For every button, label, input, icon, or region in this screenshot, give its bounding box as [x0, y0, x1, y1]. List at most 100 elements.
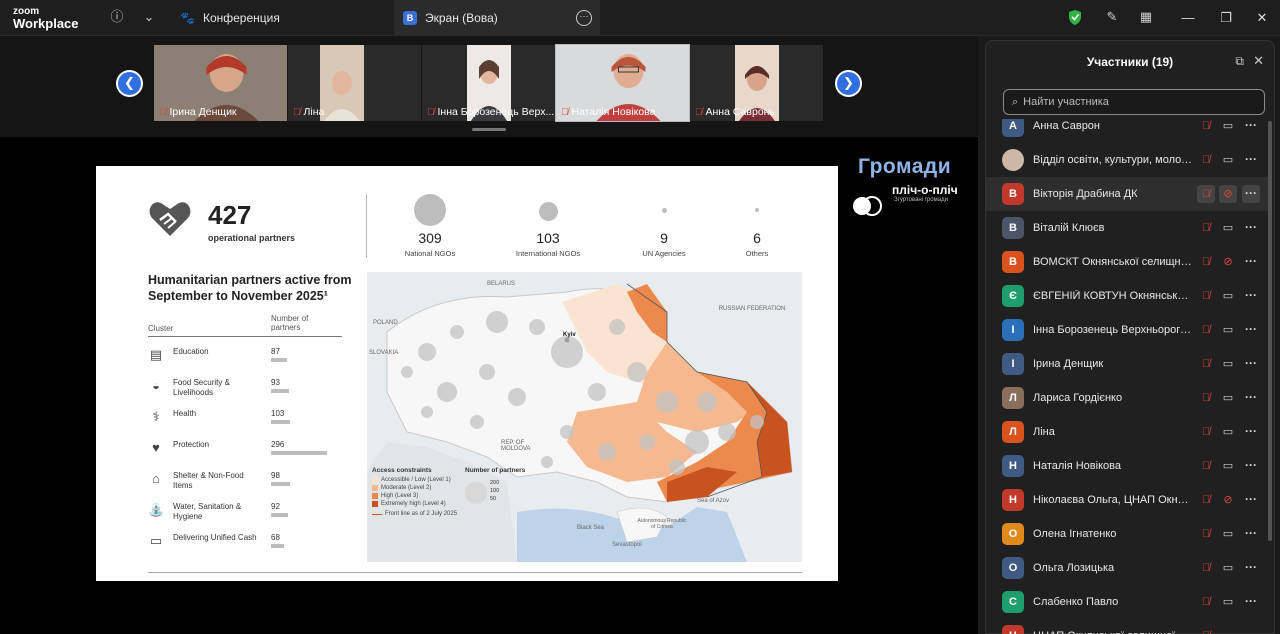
mic-muted-icon[interactable]: 🎙̸: [1197, 525, 1215, 543]
more-options-icon[interactable]: ···: [1242, 457, 1260, 475]
video-thumbnail[interactable]: 🎙̸ Інна Борозенець Верх...: [422, 45, 555, 121]
pop-out-icon[interactable]: ⧉: [1235, 54, 1244, 69]
cluster-bar: [271, 451, 327, 455]
more-options-icon[interactable]: ···: [1242, 423, 1260, 441]
more-options-icon[interactable]: ···: [1242, 287, 1260, 305]
camera-icon[interactable]: ▭: [1219, 355, 1237, 373]
magic-wand-icon[interactable]: ✎: [1103, 8, 1121, 26]
info-icon[interactable]: ⓘ: [108, 8, 126, 26]
mic-muted-icon[interactable]: 🎙̸: [1197, 321, 1215, 339]
camera-icon[interactable]: ▭: [1219, 287, 1237, 305]
participant-row[interactable]: І Ірина Денщик 🎙̸ ▭ ···: [986, 347, 1268, 381]
camera-icon[interactable]: ▭: [1219, 525, 1237, 543]
more-options-icon[interactable]: ···: [1242, 253, 1260, 271]
participant-row[interactable]: Л Ліна 🎙̸ ▭ ···: [986, 415, 1268, 449]
avatar: І: [1002, 353, 1024, 375]
mic-muted-icon[interactable]: 🎙̸: [1197, 355, 1215, 373]
search-input[interactable]: [1023, 96, 1244, 108]
participant-name: Ольга Лозицька: [1033, 562, 1115, 574]
restore-button[interactable]: ❐: [1216, 8, 1236, 28]
prev-page-button[interactable]: ❮: [116, 70, 143, 97]
camera-icon[interactable]: ▭: [1219, 423, 1237, 441]
more-options-icon[interactable]: ···: [1242, 491, 1260, 509]
camera-icon[interactable]: ▭: [1219, 321, 1237, 339]
video-thumbnail[interactable]: 🎙̸ Наталія Новікова: [555, 44, 690, 122]
slide-divider: [148, 572, 802, 573]
zoom-logo: zoom Workplace: [13, 6, 79, 31]
participant-name: ЦНАП Окнянської селищної ра...: [1033, 630, 1193, 634]
camera-icon[interactable]: ▭: [1219, 389, 1237, 407]
camera-off-icon[interactable]: ⊘: [1219, 491, 1237, 509]
camera-icon[interactable]: ▭: [1219, 627, 1237, 634]
participant-row[interactable]: О Ольга Лозицька 🎙̸ ▭ ···: [986, 551, 1268, 585]
camera-icon[interactable]: ▭: [1219, 151, 1237, 169]
chevron-down-icon[interactable]: ⌄: [140, 8, 158, 26]
shield-icon[interactable]: [1068, 9, 1082, 26]
participant-row[interactable]: В Вікторія Драбина ДК 🎙̸ ⊘ ···: [986, 177, 1268, 211]
camera-icon[interactable]: ▭: [1219, 457, 1237, 475]
more-options-icon[interactable]: ···: [1242, 185, 1260, 203]
minimize-button[interactable]: —: [1178, 8, 1198, 28]
camera-icon[interactable]: ▭: [1219, 559, 1237, 577]
participant-list: А Анна Саврон 🎙̸ ▭ ··· Відділ освіти, культур…: [986, 119, 1268, 634]
strip-resize-handle[interactable]: [472, 128, 506, 131]
more-options-icon[interactable]: ···: [1242, 151, 1260, 169]
mic-muted-icon[interactable]: 🎙̸: [1197, 627, 1215, 634]
participant-row[interactable]: Ц ЦНАП Окнянської селищної ра... 🎙̸ ▭ ···: [986, 619, 1268, 634]
view-layout-icon[interactable]: ▦: [1137, 8, 1155, 26]
participant-row[interactable]: Н Наталія Новікова 🎙̸ ▭ ···: [986, 449, 1268, 483]
participant-row[interactable]: А Анна Саврон 🎙̸ ▭ ···: [986, 119, 1268, 143]
participant-row[interactable]: Відділ освіти, культури, молоді ... 🎙̸ ▭ ··…: [986, 143, 1268, 177]
participant-row[interactable]: Є ЄВГЕНІЙ КОВТУН Окнянська се... 🎙̸ ▭ ···: [986, 279, 1268, 313]
more-options-icon[interactable]: ···: [1242, 119, 1260, 135]
more-options-icon[interactable]: ···: [576, 10, 592, 26]
cash-icon: ▭: [149, 533, 163, 548]
mic-muted-icon[interactable]: 🎙̸: [1197, 185, 1215, 203]
more-options-icon[interactable]: ···: [1242, 389, 1260, 407]
tab-conference[interactable]: 🐾 Конференция: [180, 6, 280, 30]
camera-icon[interactable]: ▭: [1219, 593, 1237, 611]
mic-muted-icon[interactable]: 🎙̸: [1197, 219, 1215, 237]
mic-muted-icon[interactable]: 🎙̸: [1197, 151, 1215, 169]
mic-muted-icon[interactable]: 🎙̸: [1197, 287, 1215, 305]
participant-row[interactable]: О Олена Ігнатенко 🎙̸ ▭ ···: [986, 517, 1268, 551]
participant-list-scrollbar[interactable]: [1268, 121, 1272, 541]
mic-muted-icon[interactable]: 🎙̸: [1197, 457, 1215, 475]
camera-off-icon[interactable]: ⊘: [1219, 253, 1237, 271]
participant-row[interactable]: Н Ніколаєва Ольга, ЦНАП Окнянс... 🎙̸ ⊘ ···: [986, 483, 1268, 517]
stat-others: 6 Others: [712, 194, 802, 258]
participant-row[interactable]: В ВОМСКТ Окнянської селищної ... 🎙̸ ⊘ ···: [986, 245, 1268, 279]
video-thumbnail[interactable]: 🎙̸ Ліна: [288, 45, 421, 121]
video-thumbnail[interactable]: 🎙̸ Ірина Денщик: [154, 45, 287, 121]
camera-off-icon[interactable]: ⊘: [1219, 185, 1237, 203]
more-options-icon[interactable]: ···: [1242, 219, 1260, 237]
mic-muted-icon[interactable]: 🎙̸: [1197, 253, 1215, 271]
mic-muted-icon[interactable]: 🎙̸: [1197, 423, 1215, 441]
more-options-icon[interactable]: ···: [1242, 593, 1260, 611]
video-thumbnail[interactable]: 🎙̸ Анна Савронь: [690, 45, 823, 121]
participant-row[interactable]: Л Лариса Гордієнко 🎙̸ ▭ ···: [986, 381, 1268, 415]
mic-muted-icon[interactable]: 🎙̸: [1197, 491, 1215, 509]
camera-icon[interactable]: ▭: [1219, 219, 1237, 237]
close-button[interactable]: ✕: [1252, 8, 1272, 28]
participant-search[interactable]: ⌕: [1003, 89, 1265, 115]
mic-muted-icon[interactable]: 🎙̸: [1197, 389, 1215, 407]
legend-item: High (Level 3): [372, 493, 457, 499]
more-options-icon[interactable]: ···: [1242, 321, 1260, 339]
mic-muted-icon[interactable]: 🎙̸: [1197, 593, 1215, 611]
more-options-icon[interactable]: ···: [1242, 559, 1260, 577]
tab-screen-share[interactable]: В Экран (Вова) ···: [394, 0, 600, 36]
close-panel-icon[interactable]: ✕: [1253, 53, 1264, 69]
next-page-button[interactable]: ❯: [835, 70, 862, 97]
mic-muted-icon[interactable]: 🎙̸: [1197, 119, 1215, 135]
more-options-icon[interactable]: ···: [1242, 627, 1260, 634]
mic-muted-icon[interactable]: 🎙̸: [1197, 559, 1215, 577]
more-options-icon[interactable]: ···: [1242, 525, 1260, 543]
camera-icon[interactable]: ▭: [1219, 119, 1237, 135]
participant-row[interactable]: І Інна Борозенець Верхньорогач... 🎙̸ ▭ ···: [986, 313, 1268, 347]
participant-name: Віталій Клюєв: [1033, 222, 1105, 234]
participant-row[interactable]: С Слабенко Павло 🎙̸ ▭ ···: [986, 585, 1268, 619]
cluster-label: Health: [173, 409, 197, 418]
more-options-icon[interactable]: ···: [1242, 355, 1260, 373]
participant-row[interactable]: В Віталій Клюєв 🎙̸ ▭ ···: [986, 211, 1268, 245]
